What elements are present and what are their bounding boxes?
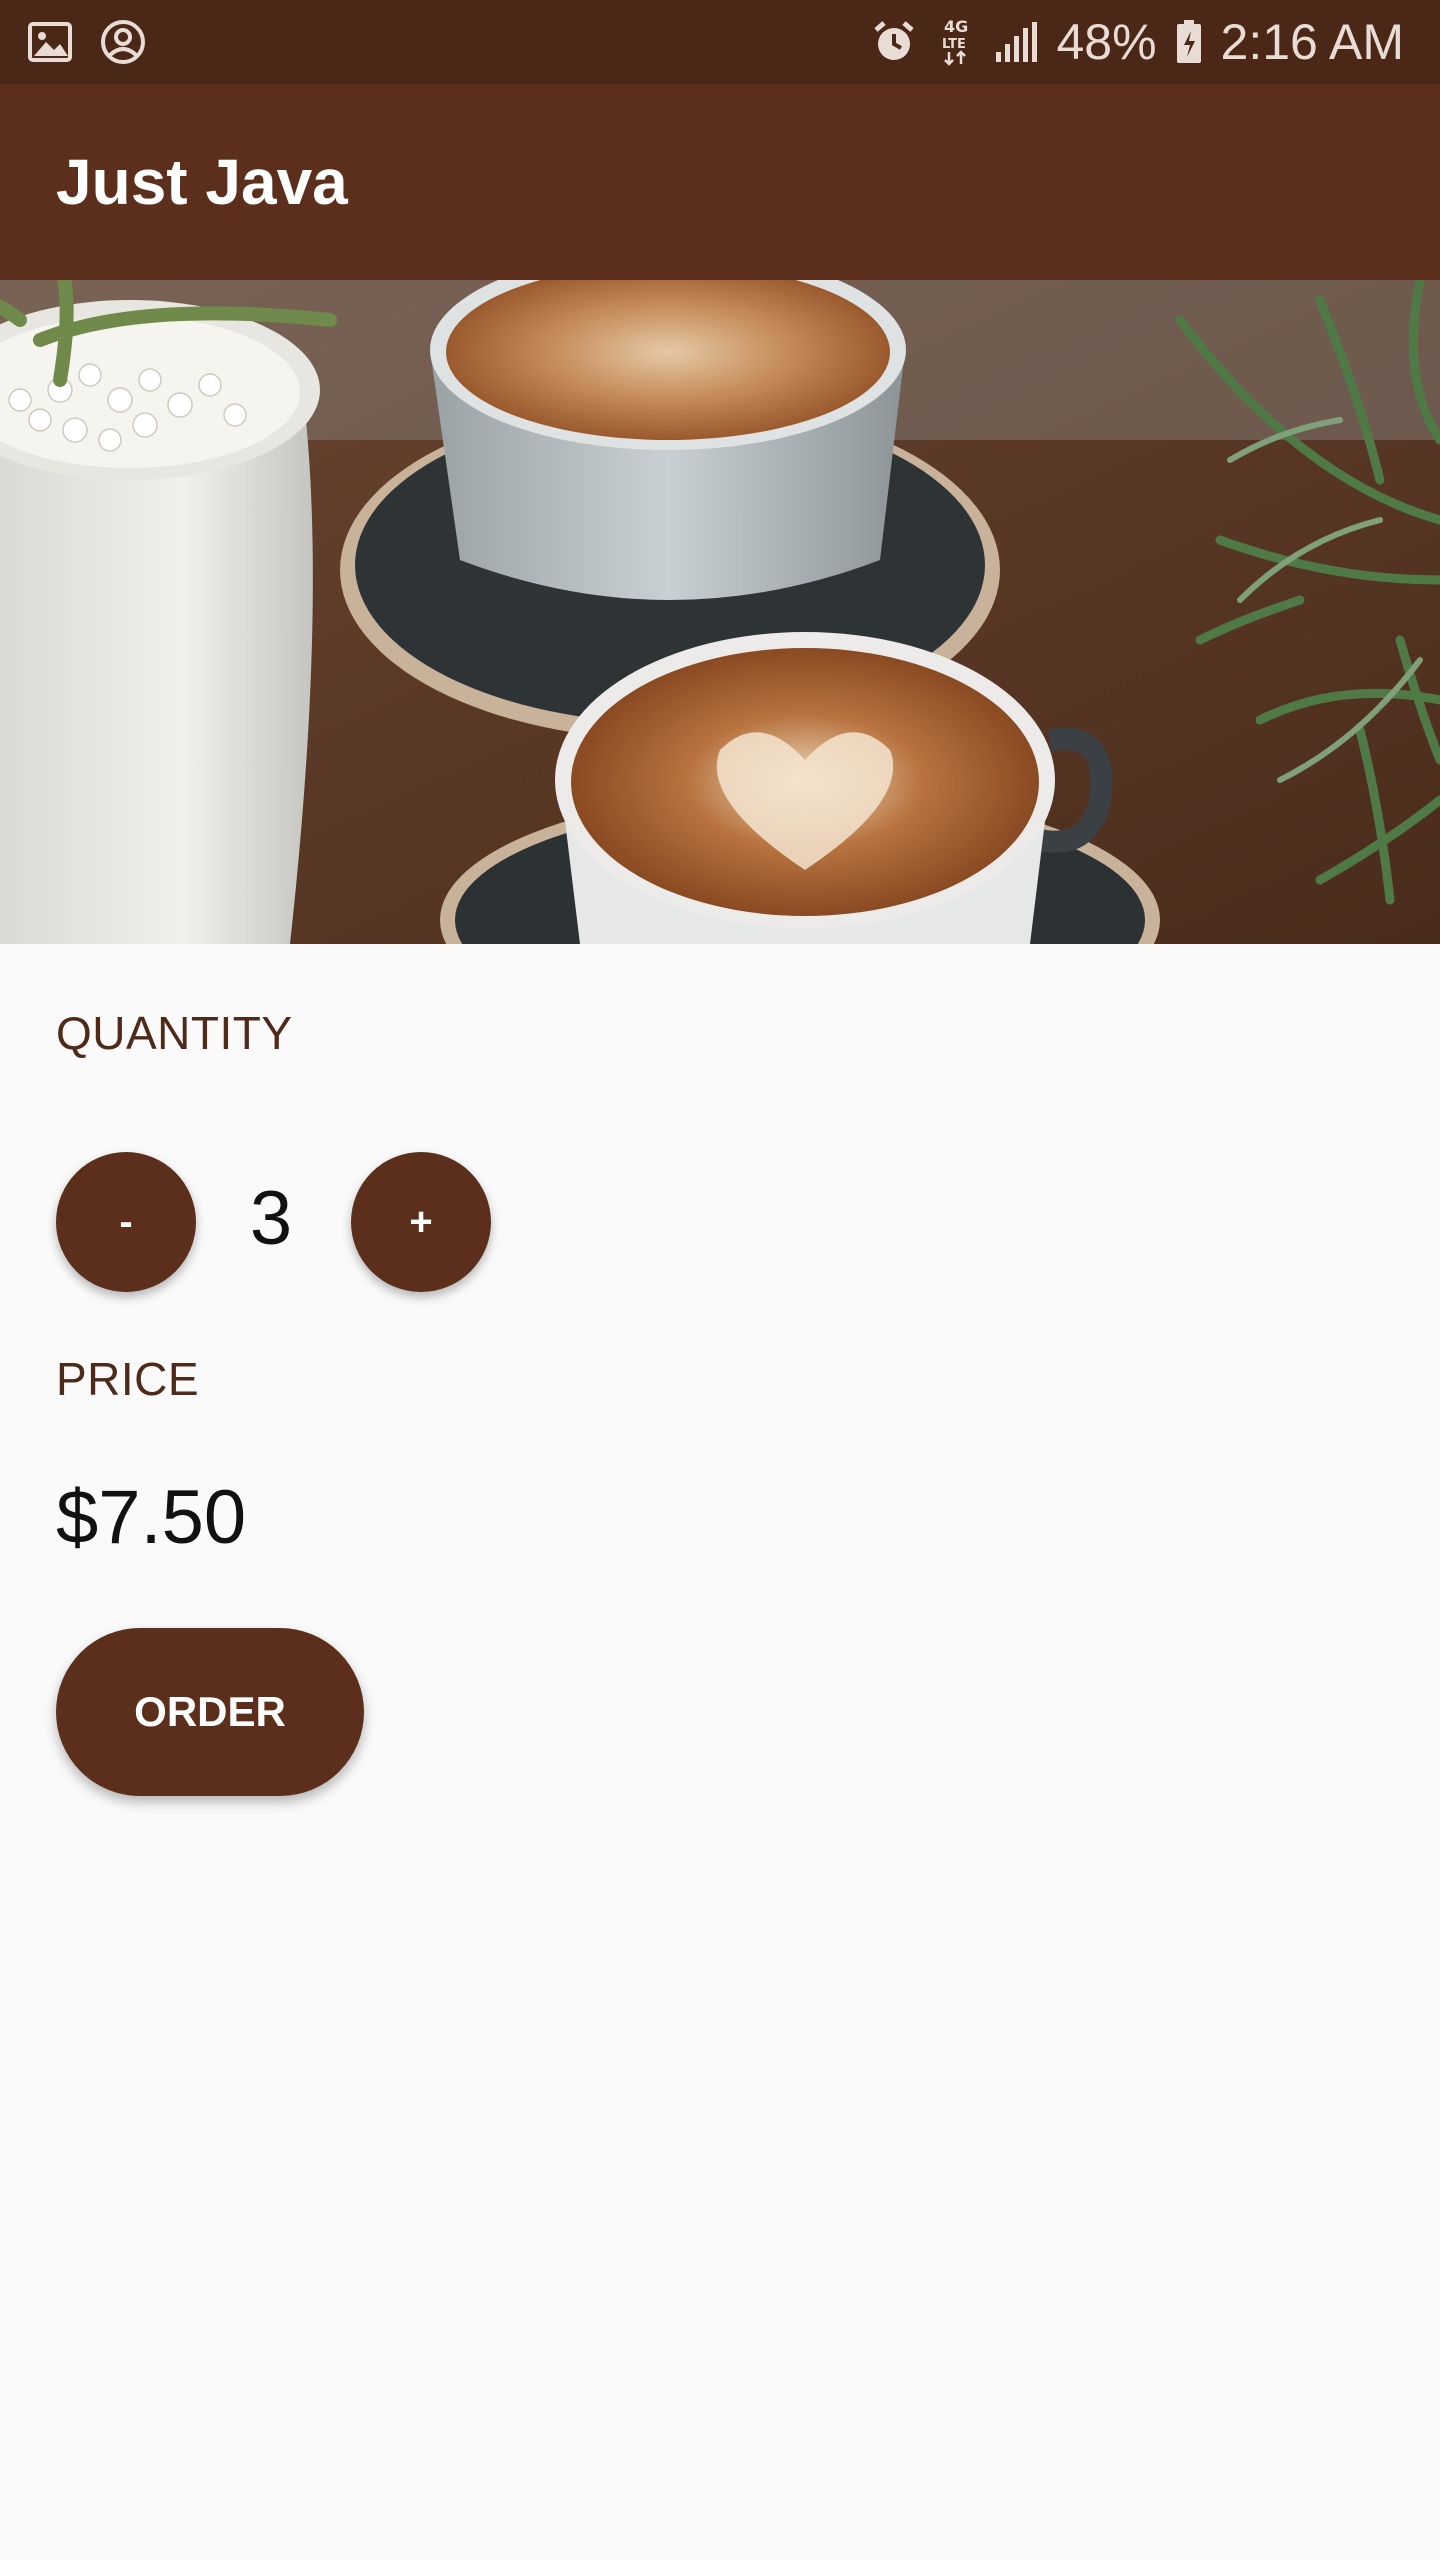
status-time: 2:16 AM — [1220, 14, 1404, 70]
app-title: Just Java — [56, 146, 348, 218]
gallery-icon — [28, 22, 72, 62]
status-bar: 4G LTE 48% 2:16 AM — [0, 0, 1440, 84]
status-bar-left — [28, 18, 146, 66]
quantity-value: 3 — [249, 1176, 293, 1261]
decrement-button[interactable]: - — [56, 1152, 196, 1292]
order-button[interactable]: ORDER — [56, 1628, 364, 1796]
4g-lte-icon: 4G LTE — [936, 16, 976, 68]
price-value: $7.50 — [56, 1475, 247, 1560]
coffee-cups-image — [0, 280, 1440, 944]
signal-icon — [994, 20, 1038, 64]
account-circle-icon — [100, 19, 146, 65]
quantity-label: QUANTITY — [56, 1007, 293, 1059]
svg-text:4G: 4G — [944, 17, 968, 36]
increment-button[interactable]: + — [351, 1152, 491, 1292]
battery-icon — [1175, 19, 1203, 65]
hero-image — [0, 280, 1440, 944]
price-label: PRICE — [56, 1353, 200, 1405]
status-bar-right: 4G LTE 48% 2:16 AM — [870, 0, 1404, 84]
app-bar: Just Java — [0, 84, 1440, 280]
battery-percent: 48% — [1056, 14, 1157, 70]
alarm-icon — [870, 18, 918, 66]
svg-text:LTE: LTE — [942, 37, 966, 52]
